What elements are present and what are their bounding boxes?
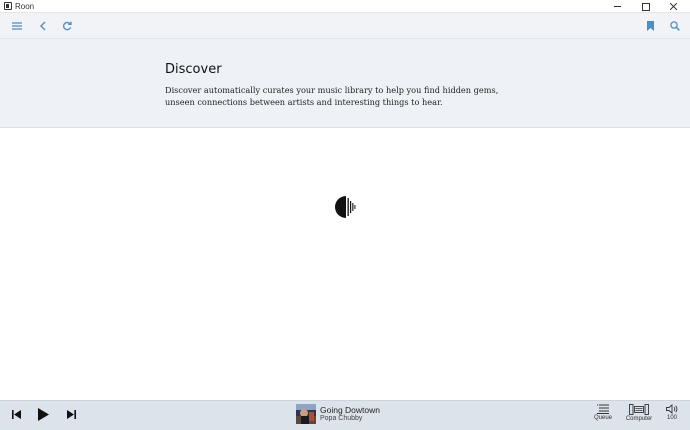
- skip-next-icon: [67, 410, 76, 419]
- zone-label: Computer: [625, 416, 653, 422]
- back-button[interactable]: [33, 17, 51, 35]
- maximize-button[interactable]: [632, 0, 660, 13]
- zone-button[interactable]: Computer: [624, 404, 654, 422]
- refresh-icon: [62, 21, 72, 31]
- player-bar: Going Dowtown Popa Chubby Queue Computer…: [0, 400, 690, 430]
- skip-previous-icon: [12, 410, 21, 419]
- album-art[interactable]: [296, 404, 316, 424]
- play-icon: [38, 408, 49, 421]
- speaker-zone-icon: [629, 404, 649, 415]
- close-button[interactable]: [660, 0, 688, 13]
- discover-header: Discover Discover automatically curates …: [0, 38, 690, 128]
- bookmark-icon: [646, 21, 654, 31]
- volume-level: 100: [666, 415, 677, 421]
- menu-button[interactable]: [8, 17, 26, 35]
- minimize-button[interactable]: [604, 0, 632, 13]
- loading-spinner-icon: [335, 196, 356, 218]
- album-cover-image: [296, 404, 316, 424]
- volume-button[interactable]: 100: [663, 404, 681, 421]
- chevron-left-icon: [39, 21, 45, 31]
- next-track-button[interactable]: [67, 410, 76, 419]
- discover-content: [0, 128, 690, 400]
- previous-track-button[interactable]: [12, 410, 21, 419]
- app-toolbar: [0, 13, 690, 38]
- queue-icon: [597, 404, 609, 414]
- roon-app-icon: [4, 2, 12, 10]
- play-button[interactable]: [38, 408, 49, 421]
- page-description: Discover automatically curates your musi…: [165, 85, 499, 107]
- window-title-bar: Roon: [0, 0, 690, 13]
- search-icon: [670, 21, 680, 31]
- queue-button[interactable]: Queue: [592, 404, 614, 421]
- track-artist[interactable]: Popa Chubby: [320, 415, 362, 422]
- track-title[interactable]: Going Dowtown: [320, 405, 380, 415]
- search-button[interactable]: [666, 17, 684, 35]
- queue-label: Queue: [593, 415, 612, 421]
- close-icon: [670, 3, 677, 10]
- hamburger-menu-icon: [12, 22, 22, 30]
- bookmarks-button[interactable]: [641, 17, 659, 35]
- page-title: Discover: [165, 62, 222, 77]
- volume-icon: [666, 404, 678, 414]
- window-title: Roon: [15, 2, 35, 11]
- refresh-button[interactable]: [58, 17, 76, 35]
